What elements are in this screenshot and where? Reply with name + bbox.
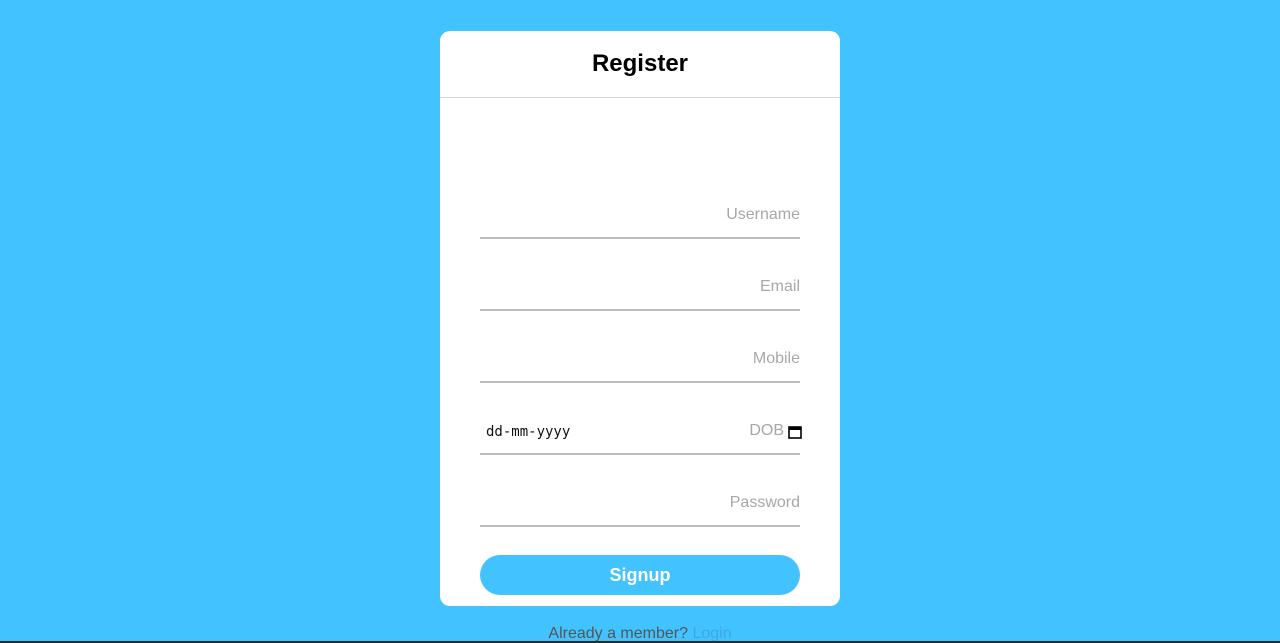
email-label: Email (759, 278, 800, 295)
password-field[interactable]: Password (480, 485, 800, 527)
login-link[interactable]: Login (692, 625, 731, 642)
dob-date-value[interactable]: dd-mm-yyyy (486, 424, 570, 440)
mobile-field[interactable]: Mobile (480, 341, 800, 383)
page-title: Register (591, 50, 689, 77)
email-field[interactable]: Email (480, 269, 800, 311)
dob-field[interactable]: dd-mm-yyyy DOB (480, 413, 802, 455)
calendar-icon[interactable] (788, 425, 802, 439)
page-background: Register Username Email Mobile dd-mm-yyy… (0, 0, 1280, 643)
card-header: Register (440, 31, 840, 98)
signup-button[interactable]: Signup (480, 555, 800, 595)
username-label: Username (726, 206, 800, 223)
username-field[interactable]: Username (480, 197, 800, 239)
dob-label: DOB (749, 422, 784, 439)
register-card: Register Username Email Mobile dd-mm-yyy… (440, 31, 840, 642)
password-label: Password (729, 494, 800, 511)
mobile-label: Mobile (752, 350, 800, 367)
already-member-text: Already a member? (548, 625, 693, 642)
